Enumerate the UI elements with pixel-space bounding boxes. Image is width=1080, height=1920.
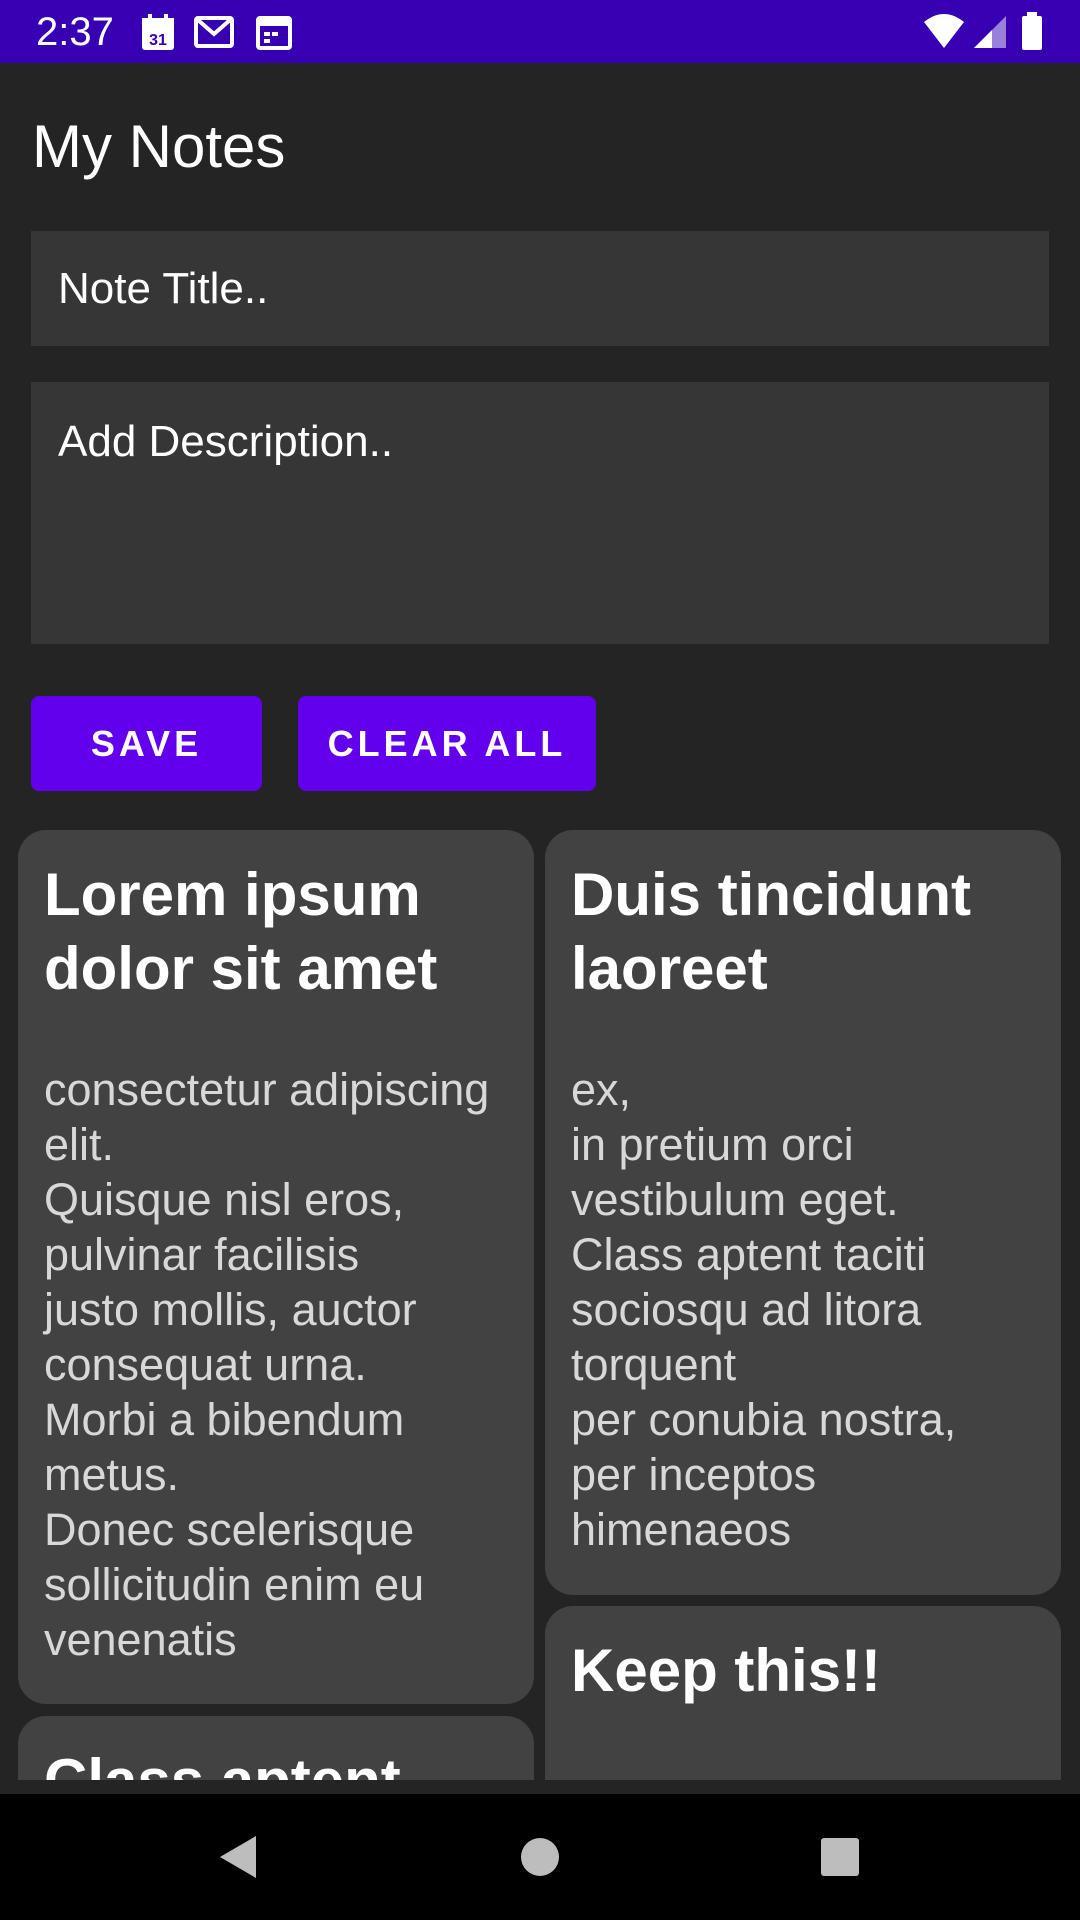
home-icon[interactable] [515, 1832, 565, 1882]
calendar-icon: 31 [138, 12, 178, 52]
calendar-schedule-icon [254, 12, 294, 52]
note-title: Duis tincidunt laoreet [571, 861, 971, 1002]
recents-icon[interactable] [815, 1832, 865, 1882]
calendar-day: 31 [149, 32, 167, 49]
back-icon[interactable] [214, 1832, 264, 1882]
notes-grid: Lorem ipsum dolor sit amet consectetur a… [0, 820, 1080, 1780]
note-card[interactable]: Keep this!! [545, 1606, 1061, 1780]
save-button[interactable]: SAVE [31, 696, 262, 791]
page-title: My Notes [32, 113, 286, 180]
signal-icon [970, 12, 1010, 52]
note-description: consectetur adipiscing elit. Quisque nis… [44, 1064, 490, 1665]
note-title-input[interactable]: Note Title.. [31, 231, 1049, 346]
note-title: Class aptent [44, 1744, 508, 1780]
gmail-icon [194, 12, 234, 52]
note-description: ex, in pretium orci vestibulum eget. Cla… [571, 1064, 957, 1555]
wifi-icon [922, 12, 966, 52]
note-title: Keep this!! [571, 1637, 882, 1704]
navigation-bar [0, 1794, 1080, 1920]
screen: 2:37 31 My Notes Note Title.. Add Descri… [0, 0, 1080, 1920]
note-card[interactable]: Class aptent [18, 1716, 534, 1780]
status-time: 2:37 [36, 10, 114, 54]
battery-icon [1020, 12, 1044, 52]
clear-all-button[interactable]: CLEAR ALL [298, 696, 596, 791]
status-bar: 2:37 31 [0, 0, 1080, 63]
note-card[interactable]: Lorem ipsum dolor sit amet consectetur a… [18, 830, 534, 1704]
note-description-input[interactable]: Add Description.. [31, 382, 1049, 644]
note-card[interactable]: Duis tincidunt laoreet ex, in pretium or… [545, 830, 1061, 1595]
note-title: Lorem ipsum dolor sit amet [44, 861, 438, 1002]
